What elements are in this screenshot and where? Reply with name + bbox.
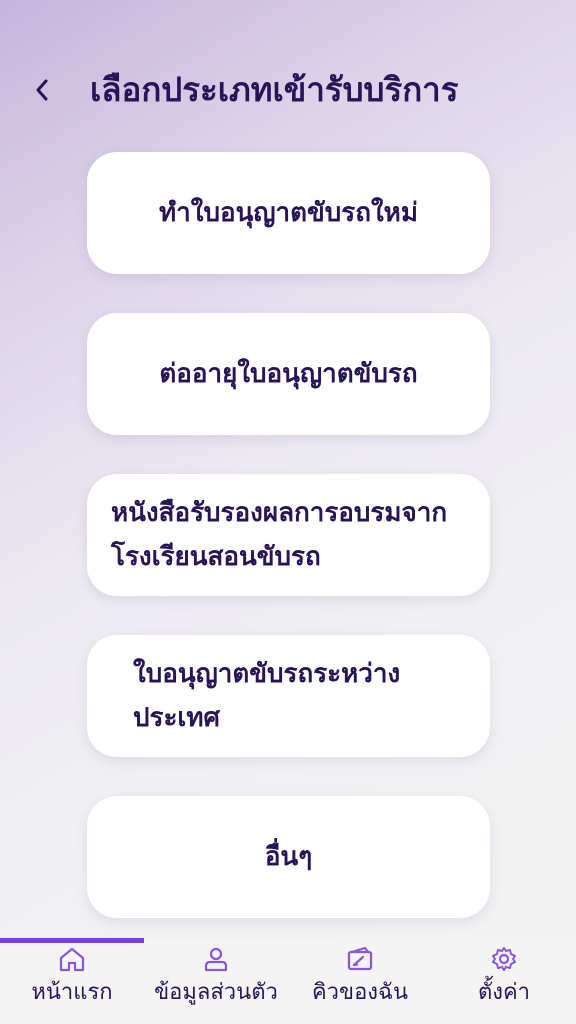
header: เลือกประเภทเข้ารับบริการ (0, 62, 576, 118)
nav-item-settings[interactable]: ตั้งค่า (432, 938, 576, 1024)
nav-item-home[interactable]: หน้าแรก (0, 938, 144, 1024)
option-label: หนังสือรับรองผลการอบรมจากโรงเรียนสอนขับร… (111, 498, 448, 572)
nav-label: หน้าแรก (31, 980, 113, 1005)
nav-label: ข้อมูลส่วนตัว (154, 980, 278, 1005)
bottom-nav: หน้าแรก ข้อมูลส่วนตัว คิวของฉัน ตั้งค่า (0, 938, 576, 1024)
option-renew-license[interactable]: ต่ออายุใบอนุญาตขับรถ (87, 313, 490, 435)
chevron-left-icon (36, 79, 48, 101)
option-new-license[interactable]: ทำใบอนุญาตขับรถใหม่ (87, 152, 490, 274)
nav-label: ตั้งค่า (477, 980, 531, 1005)
nav-item-my-queue[interactable]: คิวของฉัน (288, 938, 432, 1024)
option-label: อื่นๆ (264, 842, 313, 872)
option-label: ต่ออายุใบอนุญาตขับรถ (159, 359, 418, 389)
nav-label: คิวของฉัน (311, 980, 409, 1005)
ticket-icon (347, 946, 373, 971)
option-label: ทำใบอนุญาตขับรถใหม่ (159, 198, 418, 228)
nav-item-profile[interactable]: ข้อมูลส่วนตัว (144, 938, 288, 1024)
home-icon (59, 947, 85, 972)
page-title: เลือกประเภทเข้ารับบริการ (90, 70, 459, 109)
option-label: ใบอนุญาตขับรถระหว่างประเทศ (133, 659, 401, 733)
option-international-license[interactable]: ใบอนุญาตขับรถระหว่างประเทศ (87, 635, 490, 757)
user-icon (204, 947, 228, 972)
option-other[interactable]: อื่นๆ (87, 796, 490, 918)
back-button[interactable] (24, 70, 60, 110)
service-options: ทำใบอนุญาตขับรถใหม่ ต่ออายุใบอนุญาตขับรถ… (87, 152, 490, 957)
gear-icon (492, 947, 516, 971)
option-school-certificate[interactable]: หนังสือรับรองผลการอบรมจากโรงเรียนสอนขับร… (87, 474, 490, 596)
